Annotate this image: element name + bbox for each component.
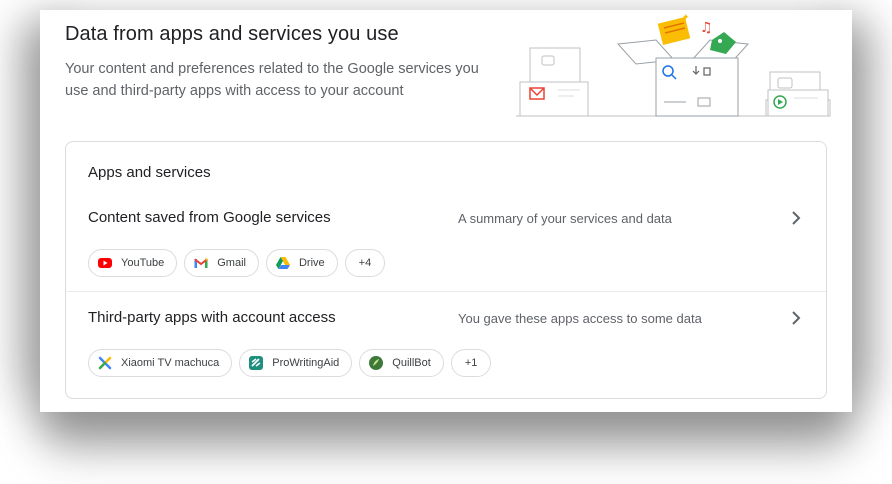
svg-text:♫: ♫ bbox=[700, 20, 713, 36]
chip-youtube[interactable]: YouTube bbox=[88, 249, 178, 277]
chip-prowritingaid[interactable]: ProWritingAid bbox=[239, 349, 353, 377]
chip-label: Gmail bbox=[217, 257, 246, 269]
drive-icon bbox=[275, 257, 290, 269]
apps-and-services-card: Apps and services Content saved from Goo… bbox=[65, 141, 827, 399]
chip-more-services[interactable]: +4 bbox=[344, 249, 386, 277]
chip-label: Drive bbox=[298, 257, 325, 269]
chevron-right-icon bbox=[792, 311, 801, 325]
app-chips: Xiaomi TV machuca ProWritingAid QuillBot… bbox=[88, 349, 492, 377]
card-title: Apps and services bbox=[88, 164, 211, 181]
gmail-icon bbox=[194, 258, 209, 268]
page-title: Data from apps and services you use bbox=[65, 23, 399, 45]
more-count: +4 bbox=[358, 257, 372, 269]
chevron-right-icon bbox=[792, 211, 801, 225]
xiaomi-tv-icon bbox=[98, 356, 112, 370]
quillbot-icon bbox=[369, 356, 384, 370]
row-title: Content saved from Google services bbox=[88, 209, 331, 226]
google-services-row[interactable]: Content saved from Google services A sum… bbox=[66, 200, 826, 290]
row-title: Third-party apps with account access bbox=[88, 309, 336, 326]
chip-label: YouTube bbox=[121, 257, 165, 269]
data-section-panel: Data from apps and services you use Your… bbox=[40, 10, 852, 412]
service-chips: YouTube Gmail Drive +4 bbox=[88, 249, 386, 277]
chip-label: Xiaomi TV machuca bbox=[121, 357, 220, 369]
more-count: +1 bbox=[464, 357, 478, 369]
chip-label: QuillBot bbox=[392, 357, 431, 369]
youtube-icon bbox=[98, 258, 112, 268]
chip-label: ProWritingAid bbox=[272, 357, 340, 369]
page-subtitle: Your content and preferences related to … bbox=[65, 61, 479, 99]
chip-xiaomi-tv[interactable]: Xiaomi TV machuca bbox=[88, 349, 233, 377]
row-description: You gave these apps access to some data bbox=[458, 311, 702, 326]
third-party-apps-row[interactable]: Third-party apps with account access You… bbox=[66, 292, 826, 392]
chip-more-apps[interactable]: +1 bbox=[450, 349, 492, 377]
chip-gmail[interactable]: Gmail bbox=[184, 249, 259, 277]
chip-drive[interactable]: Drive bbox=[265, 249, 338, 277]
chip-quillbot[interactable]: QuillBot bbox=[359, 349, 444, 377]
row-description: A summary of your services and data bbox=[458, 211, 672, 226]
data-boxes-illustration: ♫ ✦ bbox=[516, 13, 831, 117]
svg-text:✦: ✦ bbox=[682, 13, 690, 23]
prowritingaid-icon bbox=[249, 356, 264, 370]
